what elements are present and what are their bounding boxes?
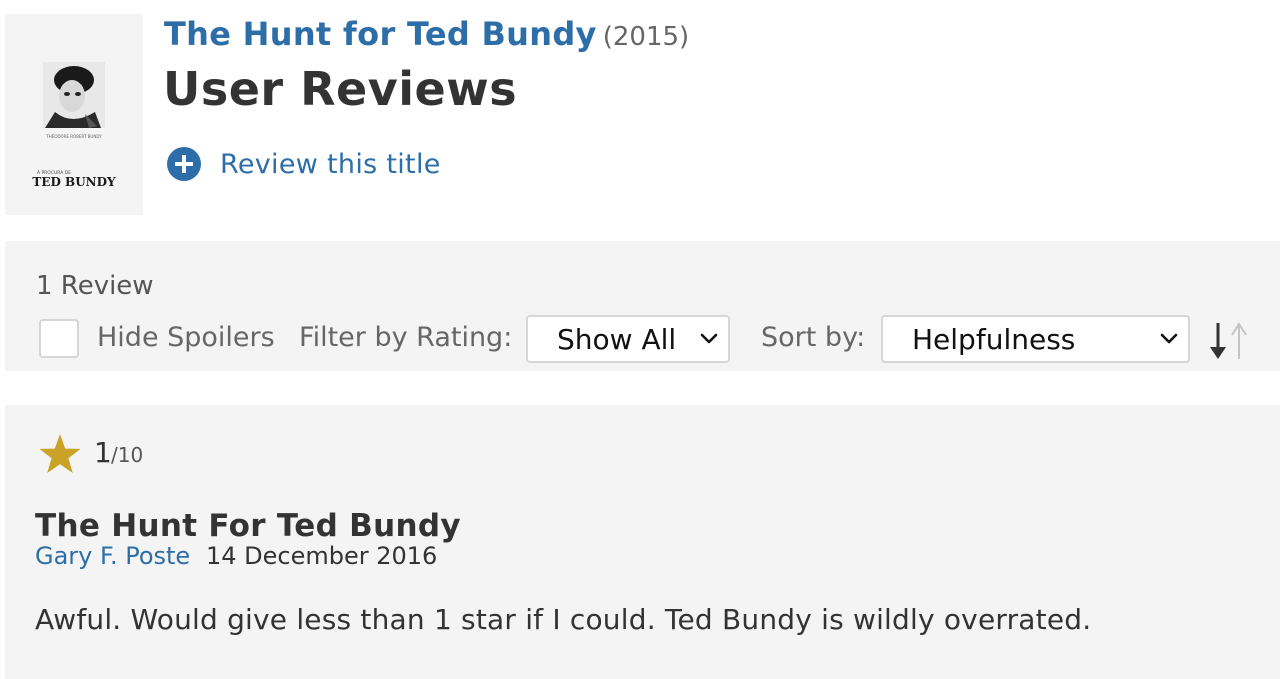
filter-by-rating-label: Filter by Rating: bbox=[299, 322, 513, 353]
review-link-label: Review this title bbox=[220, 148, 441, 180]
filter-bar: 1 Review Hide Spoilers Filter by Rating:… bbox=[5, 241, 1280, 371]
plus-circle-icon bbox=[167, 147, 201, 181]
title-line: The Hunt for Ted Bundy (2015) bbox=[164, 15, 689, 53]
movie-title-link[interactable]: The Hunt for Ted Bundy bbox=[164, 15, 597, 53]
sort-by-value: Helpfulness bbox=[912, 322, 1076, 356]
page-title: User Reviews bbox=[163, 62, 518, 116]
review-date: 14 December 2016 bbox=[206, 542, 438, 570]
poster-caption-main: TED BUNDY bbox=[32, 175, 116, 189]
review-card: 1 /10 The Hunt For Ted Bundy Gary F. Pos… bbox=[5, 405, 1280, 679]
chevron-down-icon bbox=[700, 333, 718, 344]
rating-scale: /10 bbox=[111, 443, 144, 467]
chevron-down-icon bbox=[1160, 333, 1178, 344]
poster-caption-small: THEODORE ROBERT BUNDY bbox=[45, 134, 102, 139]
sort-by-select[interactable]: Helpfulness bbox=[881, 315, 1190, 363]
rating-filter-value: Show All bbox=[557, 322, 677, 356]
sort-direction-icon[interactable] bbox=[1205, 319, 1253, 363]
rating-value: 1 bbox=[94, 436, 112, 469]
movie-year: (2015) bbox=[602, 22, 690, 52]
review-author-link[interactable]: Gary F. Poste bbox=[35, 542, 190, 570]
review-count: 1 Review bbox=[36, 271, 154, 301]
rating-filter-select[interactable]: Show All bbox=[526, 315, 730, 363]
review-text: Awful. Would give less than 1 star if I … bbox=[35, 603, 1092, 636]
hide-spoilers-label[interactable]: Hide Spoilers bbox=[97, 322, 275, 353]
review-title[interactable]: The Hunt For Ted Bundy bbox=[35, 508, 461, 544]
sort-by-label: Sort by: bbox=[761, 322, 866, 353]
hide-spoilers-checkbox[interactable] bbox=[39, 319, 79, 358]
movie-poster[interactable]: THEODORE ROBERT BUNDY À PROCURA DE TED B… bbox=[5, 14, 143, 215]
star-icon bbox=[39, 434, 81, 473]
review-this-title-link[interactable]: Review this title bbox=[166, 146, 441, 182]
